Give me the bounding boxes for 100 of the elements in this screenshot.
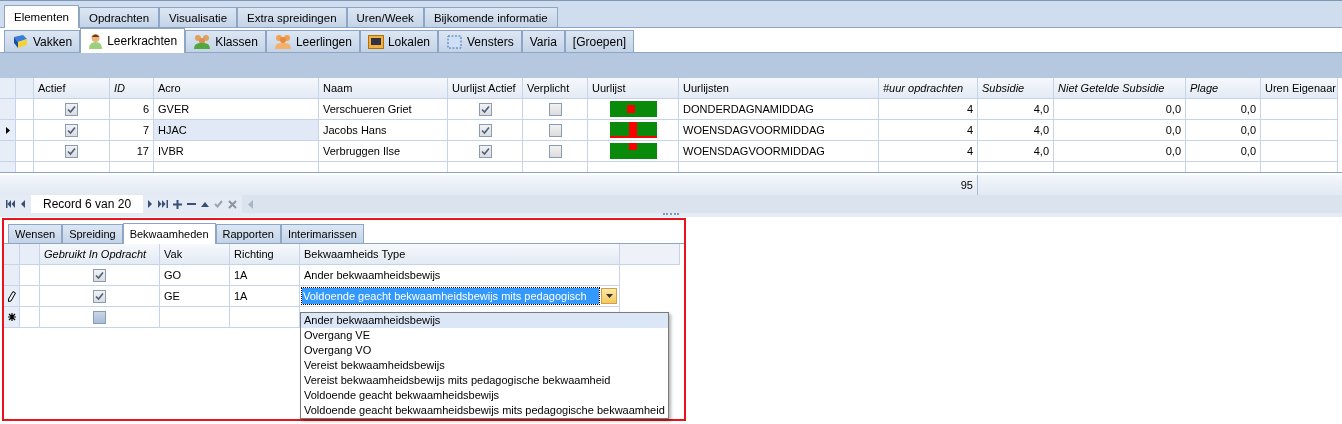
- table-cell: GVER: [154, 99, 319, 120]
- minus-icon[interactable]: [187, 203, 197, 205]
- checkbox[interactable]: [548, 123, 562, 137]
- checkbox[interactable]: [65, 123, 78, 137]
- dropdown-option[interactable]: Vereist bekwaamheidsbewijs mits pedagogische bekwaamheid: [301, 373, 668, 388]
- table-cell: WOENSDAGVOORMIDDAG: [679, 120, 879, 141]
- table-cell: WOENSDAGVOORMIDDAG: [679, 141, 879, 162]
- column-header[interactable]: Bekwaamheids Type: [300, 244, 620, 265]
- column-header[interactable]: Plage: [1186, 78, 1261, 99]
- tab[interactable]: Interimarissen: [280, 224, 364, 243]
- table-cell: 0,0: [1054, 120, 1186, 141]
- tab[interactable]: [Groepen]: [564, 30, 635, 52]
- dropdown-option[interactable]: Voldoende geacht bekwaamheidsbewijs: [301, 388, 668, 403]
- checkbox[interactable]: [93, 310, 106, 324]
- checkbox[interactable]: [478, 102, 492, 116]
- up-icon[interactable]: [201, 201, 210, 207]
- table-cell: HJAC: [154, 120, 319, 141]
- monitor-icon: [367, 34, 384, 49]
- new-row-icon: [7, 313, 16, 321]
- checkbox[interactable]: [478, 123, 492, 137]
- tab[interactable]: Elementen: [4, 5, 79, 28]
- tab[interactable]: Wensen: [8, 224, 63, 243]
- column-header[interactable]: #uur opdrachten: [879, 78, 978, 99]
- tab[interactable]: Lokalen: [359, 30, 438, 52]
- tab[interactable]: Leerlingen: [265, 30, 360, 52]
- last-record-icon[interactable]: [158, 200, 169, 208]
- table-cell: 1A: [230, 286, 300, 307]
- column-header[interactable]: Vak: [160, 244, 230, 265]
- table-cell: 0,0: [1186, 141, 1261, 162]
- tab[interactable]: Opdrachten: [79, 7, 160, 27]
- tab[interactable]: Spreiding: [62, 224, 123, 243]
- checkbox[interactable]: [548, 102, 562, 116]
- checkbox[interactable]: [93, 289, 106, 303]
- table-cell: 0,0: [1186, 99, 1261, 120]
- tab-label: Vakken: [33, 34, 73, 49]
- table-cell: Jacobs Hans: [319, 120, 448, 141]
- column-header[interactable]: Uurlijst Actief: [448, 78, 523, 99]
- table-cell: 4,0: [978, 99, 1054, 120]
- column-header[interactable]: Uren Eigenaar: [1261, 78, 1338, 99]
- schedule-bar-drawing: [609, 101, 657, 117]
- selected-value: Voldoende geacht bekwaamheidsbewijs mits pedagogisch: [302, 288, 599, 304]
- tab[interactable]: Vakken: [4, 30, 81, 52]
- checkbox[interactable]: [478, 144, 492, 158]
- tab-label: Varia: [529, 34, 557, 49]
- tab[interactable]: Extra spreidingen: [237, 7, 347, 27]
- column-header[interactable]: Richting: [230, 244, 300, 265]
- column-header[interactable]: Naam: [319, 78, 448, 99]
- tab[interactable]: Bekwaamheden: [122, 223, 216, 244]
- column-header[interactable]: Actief: [34, 78, 110, 99]
- people-icon: [273, 34, 292, 49]
- current-row-icon: [5, 126, 10, 134]
- dropdown-option[interactable]: Voldoende geacht bekwaamheidsbewijs mits pedagogische bekwaamheid: [301, 403, 668, 418]
- checkbox[interactable]: [548, 144, 562, 158]
- dropdown-option[interactable]: Ander bekwaamheidsbewijs: [301, 313, 668, 328]
- column-header[interactable]: Gebruikt In Opdracht: [40, 244, 160, 265]
- plus-icon[interactable]: [173, 199, 183, 209]
- dropdown-button[interactable]: [601, 288, 617, 304]
- dropdown-option[interactable]: Overgang VE: [301, 328, 668, 343]
- column-header[interactable]: Niet Getelde Subsidie: [1054, 78, 1186, 99]
- column-header[interactable]: ID: [110, 78, 154, 99]
- column-header[interactable]: Uurlijst: [588, 78, 679, 99]
- table-cell: 4: [879, 141, 978, 162]
- column-header[interactable]: Uurlijsten: [679, 78, 879, 99]
- tab[interactable]: Varia: [521, 30, 565, 52]
- tab[interactable]: Klassen: [185, 30, 266, 52]
- table-cell: 4,0: [978, 141, 1054, 162]
- column-header[interactable]: Subsidie: [978, 78, 1054, 99]
- tab[interactable]: Leerkrachten: [80, 28, 186, 53]
- tab[interactable]: Vensters: [438, 30, 522, 52]
- table-cell: 4,0: [978, 120, 1054, 141]
- dropdown-option[interactable]: Overgang VO: [301, 343, 668, 358]
- column-header[interactable]: Acro: [154, 78, 319, 99]
- table-cell: 0,0: [1054, 99, 1186, 120]
- tab[interactable]: Visualisatie: [159, 7, 238, 27]
- table-cell: GO: [160, 265, 230, 286]
- schedule-bar-drawing: [609, 122, 657, 138]
- first-record-icon[interactable]: [6, 200, 16, 208]
- tab[interactable]: Bijkomende informatie: [423, 7, 558, 27]
- tab[interactable]: Uren/Week: [346, 7, 424, 27]
- table-cell: 4: [879, 120, 978, 141]
- tab-label: Klassen: [215, 34, 258, 49]
- check-icon[interactable]: [214, 200, 224, 208]
- table-cell: Ander bekwaamheidsbewijs: [300, 265, 620, 286]
- column-header[interactable]: Verplicht: [523, 78, 588, 99]
- checkbox[interactable]: [65, 144, 78, 158]
- checkbox[interactable]: [93, 268, 106, 282]
- table-cell: 0,0: [1054, 141, 1186, 162]
- table-cell: 1A: [230, 265, 300, 286]
- tab[interactable]: Rapporten: [215, 224, 281, 243]
- tab-label: Lokalen: [387, 34, 430, 49]
- table-cell: Verschueren Griet: [319, 99, 448, 120]
- next-record-icon[interactable]: [148, 200, 154, 208]
- dropdown-option[interactable]: Vereist bekwaamheidsbewijs: [301, 358, 668, 373]
- previous-record-icon[interactable]: [21, 200, 26, 208]
- close-icon[interactable]: [228, 199, 238, 209]
- table-cell: 6: [110, 99, 154, 120]
- checkbox[interactable]: [65, 102, 78, 116]
- person-icon: [88, 33, 104, 49]
- table-cell: IVBR: [154, 141, 319, 162]
- pencil-icon: [7, 290, 16, 302]
